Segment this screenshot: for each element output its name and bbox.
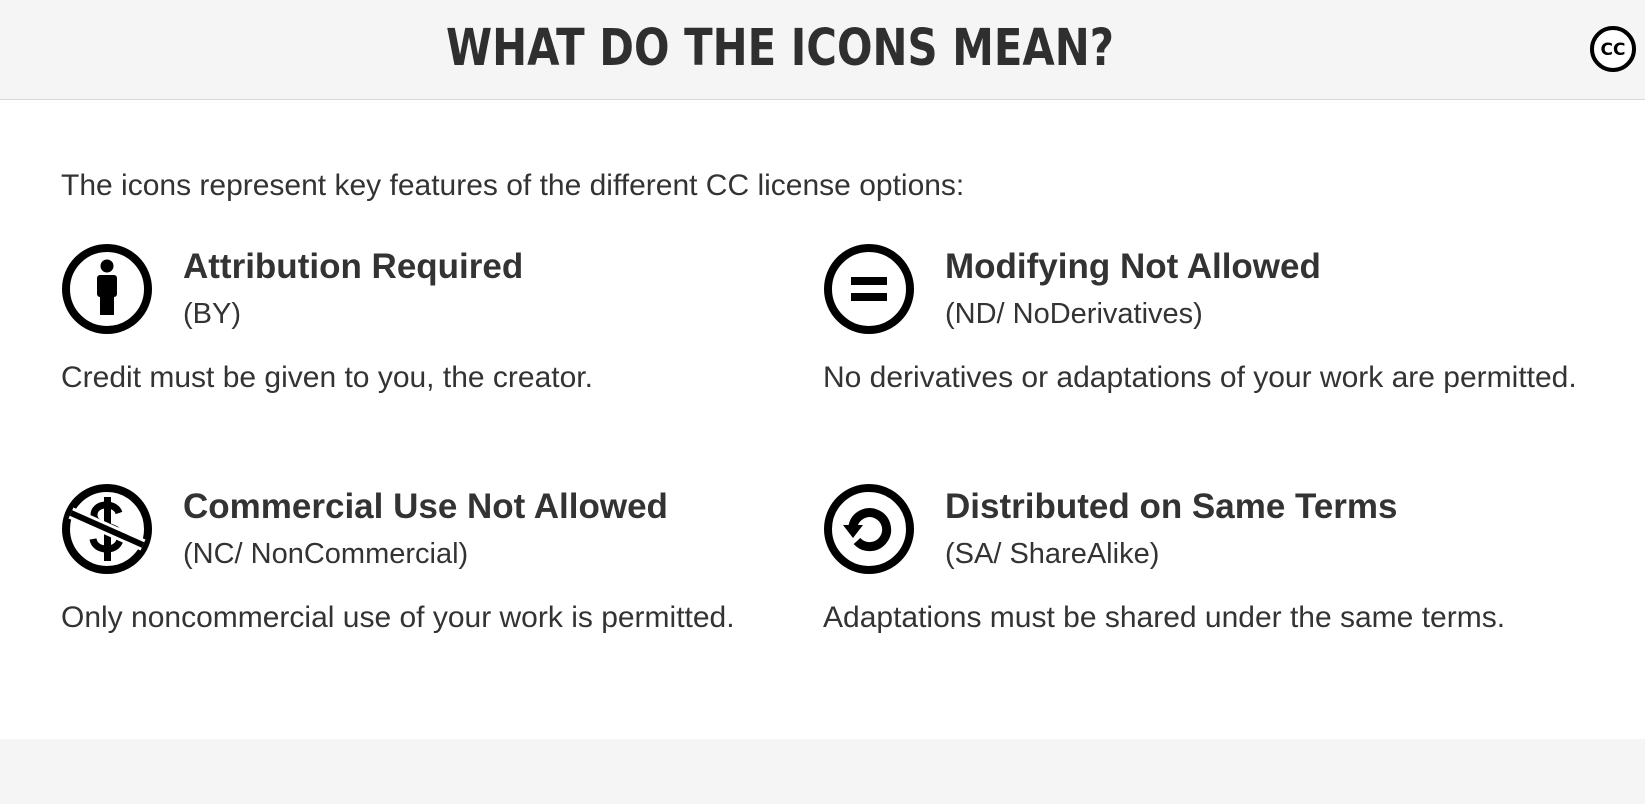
- feature-share-alike: Distributed on Same Terms (SA/ ShareAlik…: [823, 483, 1593, 683]
- share-alike-icon: [824, 484, 914, 574]
- feature-description: Credit must be given to you, the creator…: [61, 361, 593, 394]
- feature-code: (NC/ NonCommercial): [183, 538, 469, 570]
- page-footer: [0, 739, 1645, 804]
- feature-noncommercial: Commercial Use Not Allowed (NC/ NonComme…: [61, 483, 831, 683]
- feature-title: Commercial Use Not Allowed: [183, 487, 668, 526]
- attribution-person-icon: [62, 244, 152, 334]
- feature-description: Only noncommercial use of your work is p…: [61, 601, 735, 634]
- page-header: WHAT DO THE ICONS MEAN? CC: [0, 0, 1645, 100]
- feature-title: Distributed on Same Terms: [945, 487, 1398, 526]
- feature-attribution: Attribution Required (BY) Credit must be…: [61, 243, 831, 443]
- svg-text:CC: CC: [1601, 40, 1626, 60]
- intro-text: The icons represent key features of the …: [61, 169, 965, 202]
- feature-code: (BY): [183, 298, 241, 330]
- feature-title: Modifying Not Allowed: [945, 247, 1321, 286]
- feature-description: Adaptations must be shared under the sam…: [823, 601, 1506, 634]
- no-dollar-icon: [62, 484, 152, 574]
- feature-description: No derivatives or adaptations of your wo…: [823, 361, 1577, 394]
- feature-no-derivatives: Modifying Not Allowed (ND/ NoDerivatives…: [823, 243, 1593, 443]
- feature-code: (ND/ NoDerivatives): [945, 298, 1203, 330]
- feature-code: (SA/ ShareAlike): [945, 538, 1160, 570]
- page-title: WHAT DO THE ICONS MEAN?: [445, 19, 1115, 78]
- equals-icon: [824, 244, 914, 334]
- feature-title: Attribution Required: [183, 247, 524, 286]
- content-panel: The icons represent key features of the …: [0, 100, 1645, 739]
- cc-logo-icon[interactable]: CC: [1589, 25, 1637, 73]
